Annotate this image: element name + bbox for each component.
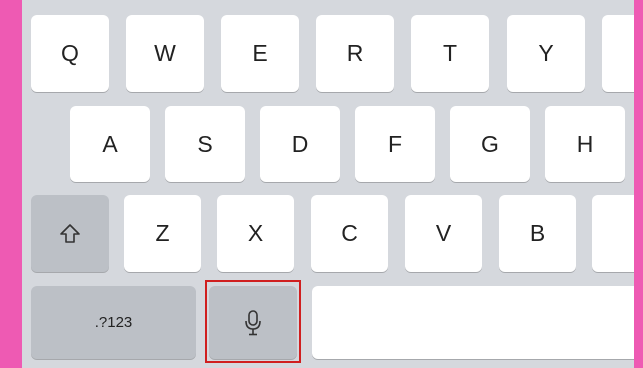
shift-arrow-icon: [58, 222, 82, 246]
key-label: B: [529, 220, 546, 246]
key-label: A: [102, 130, 118, 157]
key-c[interactable]: C: [311, 195, 388, 272]
key-label: G: [481, 130, 499, 157]
numbers-key-label: .?123: [94, 314, 133, 331]
key-s[interactable]: S: [165, 106, 245, 182]
dictation-key-highlight: [205, 280, 301, 363]
key-label: Y: [538, 40, 554, 66]
key-t[interactable]: T: [411, 15, 489, 92]
space-bar[interactable]: [312, 286, 634, 359]
key-z[interactable]: Z: [124, 195, 201, 272]
key-label: V: [435, 220, 452, 246]
key-label: F: [387, 130, 403, 157]
key-a[interactable]: A: [70, 106, 150, 182]
key-r[interactable]: R: [316, 15, 394, 92]
key-d[interactable]: D: [260, 106, 340, 182]
key-b[interactable]: B: [499, 195, 576, 272]
key-e[interactable]: E: [221, 15, 299, 92]
key-label: T: [442, 40, 458, 66]
key-n-partial[interactable]: N: [592, 195, 634, 272]
key-label: D: [291, 130, 309, 157]
key-label: H: [576, 130, 594, 157]
shift-key[interactable]: [31, 195, 109, 272]
key-v[interactable]: V: [405, 195, 482, 272]
key-label: W: [154, 40, 176, 66]
numbers-key[interactable]: .?123: [31, 286, 196, 359]
key-q[interactable]: Q: [31, 15, 109, 92]
onscreen-keyboard: Q W E R T Y A S D F G H Z X C V B .?123: [22, 0, 634, 368]
key-h[interactable]: H: [545, 106, 625, 182]
key-w[interactable]: W: [126, 15, 204, 92]
key-label: Z: [155, 220, 170, 246]
key-label: Q: [61, 40, 79, 66]
key-y[interactable]: Y: [507, 15, 585, 92]
key-label: C: [341, 220, 358, 246]
screenshot-frame: Q W E R T Y A S D F G H Z X C V B .?123: [0, 0, 643, 368]
key-u-partial[interactable]: [602, 15, 634, 92]
key-label: R: [346, 40, 364, 66]
key-g[interactable]: G: [450, 106, 530, 182]
key-f[interactable]: F: [355, 106, 435, 182]
key-label: X: [247, 220, 264, 246]
key-label: S: [197, 130, 213, 157]
key-x[interactable]: X: [217, 195, 294, 272]
key-label: E: [252, 40, 268, 66]
